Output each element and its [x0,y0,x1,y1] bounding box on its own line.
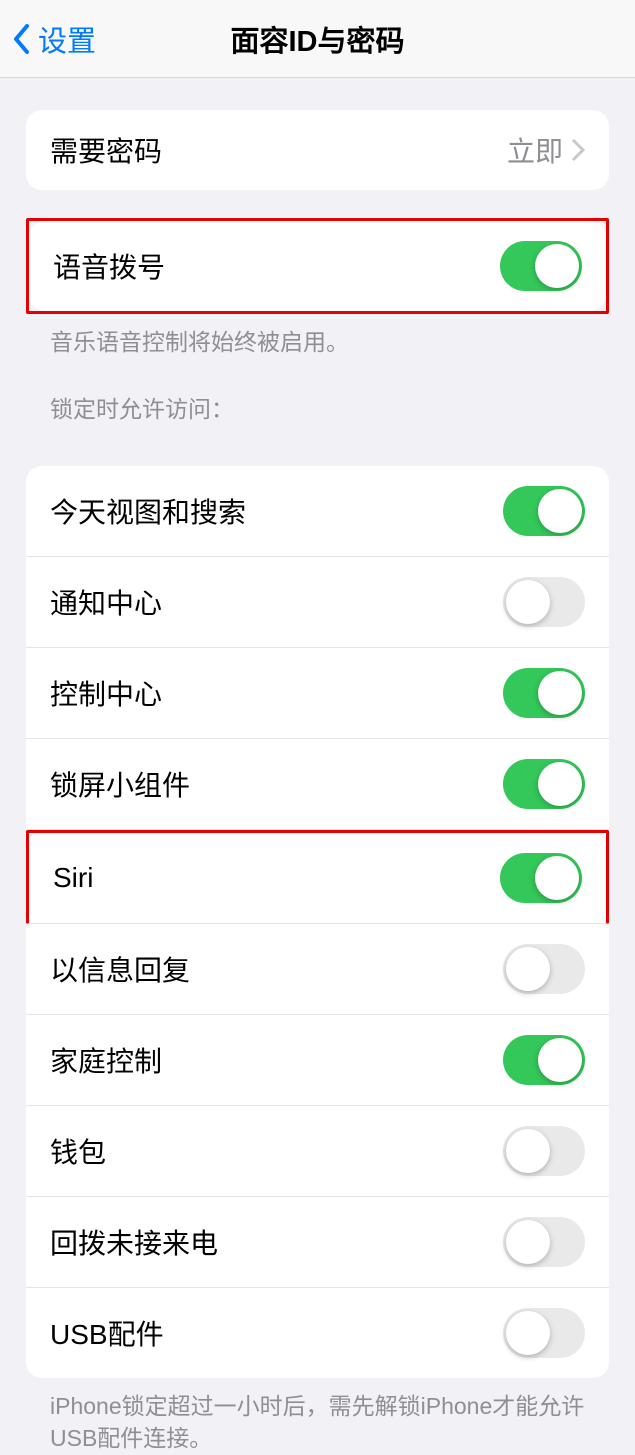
reply-with-message-toggle[interactable] [503,944,585,994]
return-missed-calls-label: 回拨未接来电 [50,1222,218,1262]
lock-screen-widgets-label: 锁屏小组件 [50,764,190,804]
lock-access-group: 今天视图和搜索 通知中心 控制中心 锁屏小组件 Siri 以信息回复 家庭控制 [26,466,609,1378]
wallet-label: 钱包 [50,1131,106,1171]
today-view-toggle[interactable] [503,486,585,536]
home-control-toggle[interactable] [503,1035,585,1085]
notification-center-toggle[interactable] [503,577,585,627]
voice-dial-group: 语音拨号 [29,221,606,311]
toggle-knob [506,580,550,624]
toggle-knob [538,762,582,806]
chevron-left-icon [12,23,32,55]
control-center-toggle[interactable] [503,668,585,718]
control-center-row[interactable]: 控制中心 [26,648,609,739]
require-passcode-value-wrapper: 立即 [507,130,585,170]
back-label: 设置 [38,18,96,60]
header-bar: 设置 面容ID与密码 [0,0,635,78]
toggle-knob [538,1038,582,1082]
lock-screen-widgets-row[interactable]: 锁屏小组件 [26,739,609,830]
require-passcode-value: 立即 [507,130,563,170]
wallet-toggle[interactable] [503,1126,585,1176]
lock-screen-widgets-toggle[interactable] [503,759,585,809]
lock-access-footer: iPhone锁定超过一小时后，需先解锁iPhone才能允许USB配件连接。 [26,1378,609,1454]
back-button[interactable]: 设置 [0,18,96,60]
usb-accessories-toggle[interactable] [503,1308,585,1358]
reply-with-message-row[interactable]: 以信息回复 [26,924,609,1015]
today-view-row[interactable]: 今天视图和搜索 [26,466,609,557]
chevron-right-icon [571,138,585,162]
voice-dial-footer: 音乐语音控制将始终被启用。 [26,314,609,358]
toggle-knob [535,856,579,900]
require-passcode-row[interactable]: 需要密码 立即 [26,110,609,190]
toggle-knob [538,489,582,533]
usb-accessories-label: USB配件 [50,1313,164,1353]
notification-center-row[interactable]: 通知中心 [26,557,609,648]
siri-row[interactable]: Siri [26,830,609,924]
toggle-knob [506,947,550,991]
return-missed-calls-row[interactable]: 回拨未接来电 [26,1197,609,1288]
toggle-knob [506,1311,550,1355]
siri-label: Siri [53,862,93,894]
require-passcode-label: 需要密码 [50,130,162,170]
usb-accessories-row[interactable]: USB配件 [26,1288,609,1378]
home-control-row[interactable]: 家庭控制 [26,1015,609,1106]
voice-dial-highlight: 语音拨号 [26,218,609,314]
home-control-label: 家庭控制 [50,1040,162,1080]
toggle-knob [506,1220,550,1264]
today-view-label: 今天视图和搜索 [50,491,246,531]
siri-toggle[interactable] [500,853,582,903]
voice-dial-row[interactable]: 语音拨号 [29,221,606,311]
reply-with-message-label: 以信息回复 [50,949,190,989]
require-passcode-group: 需要密码 立即 [26,110,609,190]
toggle-knob [538,671,582,715]
page-title: 面容ID与密码 [230,18,404,60]
toggle-knob [506,1129,550,1173]
voice-dial-label: 语音拨号 [53,246,165,286]
return-missed-calls-toggle[interactable] [503,1217,585,1267]
lock-access-header: 锁定时允许访问： [26,358,609,434]
control-center-label: 控制中心 [50,673,162,713]
notification-center-label: 通知中心 [50,582,162,622]
toggle-knob [535,244,579,288]
voice-dial-toggle[interactable] [500,241,582,291]
wallet-row[interactable]: 钱包 [26,1106,609,1197]
